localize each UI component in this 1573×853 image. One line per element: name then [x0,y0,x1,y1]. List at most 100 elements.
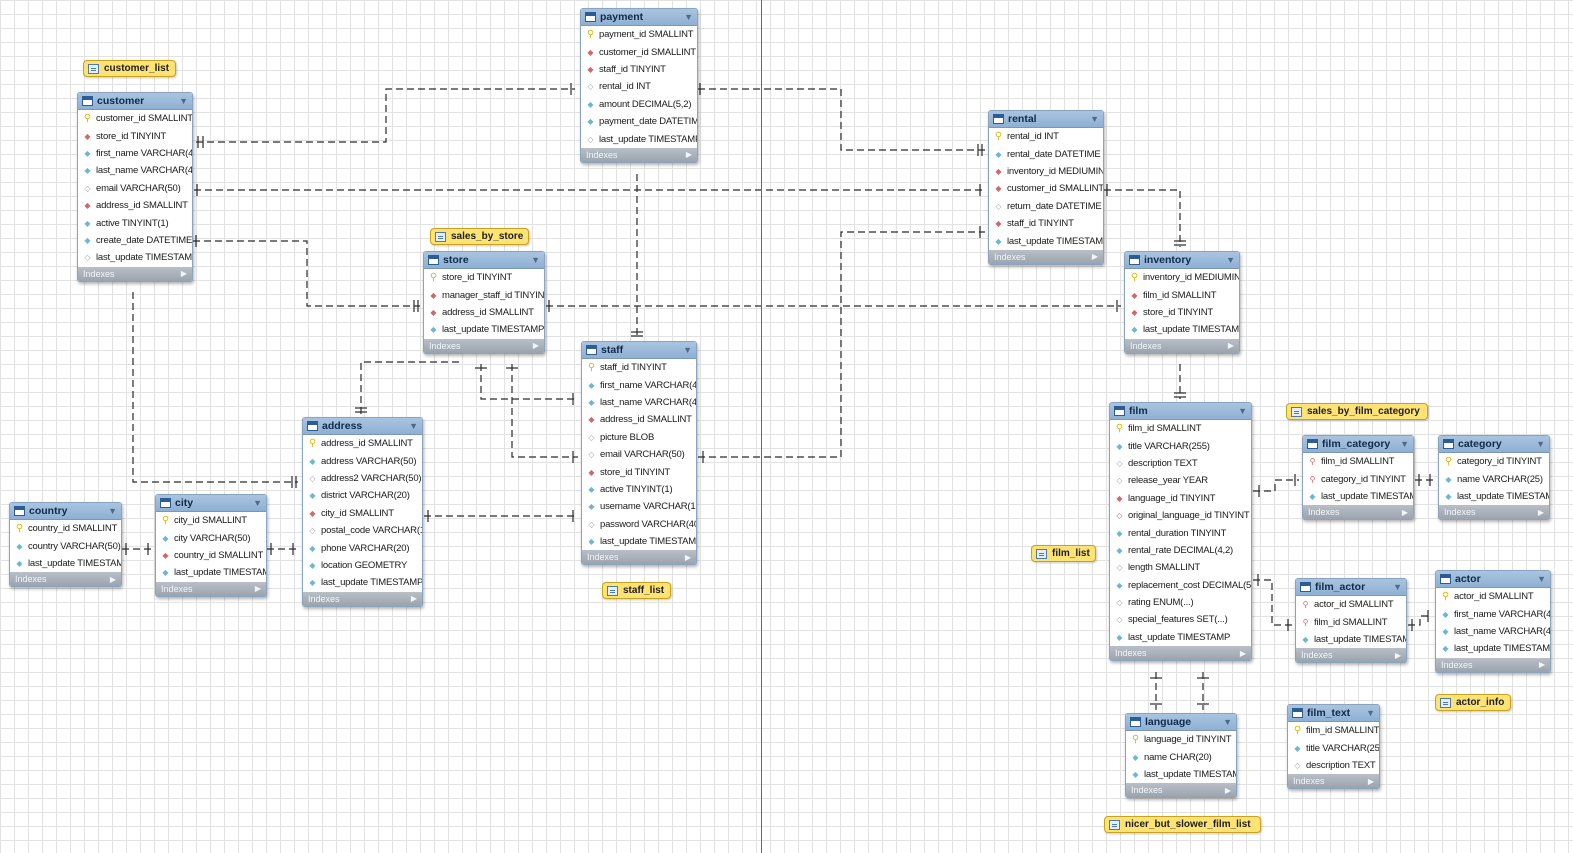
expand-arrow-icon[interactable]: ▶ [255,584,261,593]
collapse-arrow-icon[interactable]: ▼ [1536,439,1545,449]
expand-arrow-icon[interactable]: ▶ [1538,508,1544,517]
column-row[interactable]: ◇ password VARCHAR(40) [582,516,696,533]
column-row[interactable]: ⚲ language_id TINYINT [1126,731,1236,748]
expand-arrow-icon[interactable]: ▶ [685,553,691,562]
column-row[interactable]: ◆ language_id TINYINT [1110,490,1251,507]
column-row[interactable]: ◆ amount DECIMAL(5,2) [581,96,697,113]
indexes-footer[interactable]: Indexes ▶ [581,147,697,162]
rel-staff-store[interactable] [511,364,578,458]
column-row[interactable]: ◆ last_update TIMESTAMP [303,574,422,591]
column-row[interactable]: ◆ last_update TIMESTAMP [1125,321,1239,338]
collapse-arrow-icon[interactable]: ▼ [1223,717,1232,727]
indexes-footer[interactable]: Indexes ▶ [1303,505,1413,520]
expand-arrow-icon[interactable]: ▶ [1092,252,1098,261]
collapse-arrow-icon[interactable]: ▼ [684,12,693,22]
indexes-footer[interactable]: Indexes ▶ [1296,648,1406,663]
column-row[interactable]: ◇ email VARCHAR(50) [582,446,696,463]
column-row[interactable]: ◇ last_update TIMESTAMP [78,249,192,266]
column-row[interactable]: ⚲ city_id SMALLINT [156,512,266,529]
column-row[interactable]: ◆ last_update TIMESTAMP [989,232,1103,249]
column-row[interactable]: ◆ title VARCHAR(255) [1110,437,1251,454]
column-row[interactable]: ◆ last_update TIMESTAMP [1303,488,1413,505]
column-row[interactable]: ◇ last_update TIMESTAMP [581,130,697,147]
indexes-footer[interactable]: Indexes ▶ [303,591,422,606]
table-language[interactable]: language ▼ ⚲ language_id TINYINT ◆ name CHAR(… [1125,713,1237,799]
column-row[interactable]: ⚲ category_id TINYINT [1303,470,1413,487]
collapse-arrow-icon[interactable]: ▼ [1226,255,1235,265]
table-header[interactable]: film_category ▼ [1303,436,1413,453]
column-row[interactable]: ⚲ actor_id SMALLINT [1436,588,1550,605]
column-row[interactable]: ◆ last_update TIMESTAMP [1436,640,1550,657]
table-header[interactable]: actor ▼ [1436,571,1550,588]
table-header[interactable]: rental ▼ [989,111,1103,128]
column-row[interactable]: ⚲ rental_id INT [989,128,1103,145]
indexes-footer[interactable]: Indexes ▶ [1126,783,1236,798]
column-row[interactable]: ◆ last_update TIMESTAMP [1126,766,1236,783]
column-row[interactable]: ◆ address VARCHAR(50) [303,452,422,469]
view-actor-info[interactable]: actor_info [1435,694,1511,711]
column-row[interactable]: ◆ first_name VARCHAR(45) [1436,605,1550,622]
expand-arrow-icon[interactable]: ▶ [1368,777,1374,786]
column-row[interactable]: ◆ payment_date DATETIME [581,113,697,130]
column-row[interactable]: ◆ last_name VARCHAR(45) [1436,623,1550,640]
table-store[interactable]: store ▼ ⚲ store_id TINYINT ◆ manager_staff_id… [423,251,545,354]
column-row[interactable]: ◇ address2 VARCHAR(50) [303,470,422,487]
indexes-footer[interactable]: Indexes ▶ [10,572,121,587]
table-rental[interactable]: rental ▼ ⚲ rental_id INT ◆ rental_date DATETI… [988,110,1104,265]
table-header[interactable]: inventory ▼ [1125,252,1239,269]
view-nicer-but-slower-film-list[interactable]: nicer_but_slower_film_list [1104,816,1261,833]
column-row[interactable]: ◆ inventory_id MEDIUMINT [989,163,1103,180]
collapse-arrow-icon[interactable]: ▼ [1238,406,1247,416]
indexes-footer[interactable]: Indexes ▶ [156,581,266,596]
column-row[interactable]: ◆ active TINYINT(1) [582,481,696,498]
column-row[interactable]: ◇ email VARCHAR(50) [78,180,192,197]
column-row[interactable]: ◇ original_language_id TINYINT [1110,507,1251,524]
collapse-arrow-icon[interactable]: ▼ [253,498,262,508]
column-row[interactable]: ◆ store_id TINYINT [582,463,696,480]
table-country[interactable]: country ▼ ⚲ country_id SMALLINT ◆ country VAR… [9,502,122,588]
column-row[interactable]: ◆ country VARCHAR(50) [10,537,121,554]
column-row[interactable]: ⚲ payment_id SMALLINT [581,26,697,43]
column-row[interactable]: ◆ last_update TIMESTAMP [424,321,544,338]
table-header[interactable]: staff ▼ [582,342,696,359]
table-header[interactable]: film_actor ▼ [1296,579,1406,596]
column-row[interactable]: ◆ rental_date DATETIME [989,145,1103,162]
column-row[interactable]: ⚲ staff_id TINYINT [582,359,696,376]
rel-actor-filmactor[interactable] [1408,615,1432,626]
column-row[interactable]: ◆ name VARCHAR(25) [1439,470,1549,487]
expand-arrow-icon[interactable]: ▶ [1402,508,1408,517]
column-row[interactable]: ◆ username VARCHAR(16) [582,498,696,515]
expand-arrow-icon[interactable]: ▶ [1228,341,1234,350]
rel-customer-payment[interactable] [196,88,575,143]
table-header[interactable]: country ▼ [10,503,121,520]
column-row[interactable]: ◆ create_date DATETIME [78,232,192,249]
indexes-footer[interactable]: Indexes ▶ [1110,646,1251,661]
er-diagram-canvas[interactable]: customer_list sales_by_store staff_list … [0,0,1573,853]
table-inventory[interactable]: inventory ▼ ⚲ inventory_id MEDIUMINT ◆ film_i… [1124,251,1240,354]
column-row[interactable]: ⚲ customer_id SMALLINT [78,110,192,127]
indexes-footer[interactable]: Indexes ▶ [424,338,544,353]
column-row[interactable]: ◇ rating ENUM(...) [1110,594,1251,611]
indexes-footer[interactable]: Indexes ▶ [1125,338,1239,353]
column-row[interactable]: ◆ staff_id TINYINT [581,61,697,78]
indexes-footer[interactable]: Indexes ▶ [582,550,696,565]
rel-film-filmactor[interactable] [1253,579,1292,626]
column-row[interactable]: ◆ last_name VARCHAR(45) [582,394,696,411]
column-row[interactable]: ◆ first_name VARCHAR(45) [582,376,696,393]
table-header[interactable]: city ▼ [156,495,266,512]
expand-arrow-icon[interactable]: ▶ [533,341,539,350]
rel-store-address[interactable] [360,361,460,414]
collapse-arrow-icon[interactable]: ▼ [1090,114,1099,124]
collapse-arrow-icon[interactable]: ▼ [1366,708,1375,718]
collapse-arrow-icon[interactable]: ▼ [409,421,418,431]
indexes-footer[interactable]: Indexes ▶ [78,266,192,281]
collapse-arrow-icon[interactable]: ▼ [683,345,692,355]
table-header[interactable]: address ▼ [303,418,422,435]
expand-arrow-icon[interactable]: ▶ [181,269,187,278]
column-row[interactable]: ◆ country_id SMALLINT [156,547,266,564]
rel-customer-store[interactable] [193,240,420,307]
expand-arrow-icon[interactable]: ▶ [1240,649,1246,658]
column-row[interactable]: ◆ rental_duration TINYINT [1110,524,1251,541]
column-row[interactable]: ◆ manager_staff_id TINYINT [424,286,544,303]
column-row[interactable]: ◆ film_id SMALLINT [1125,286,1239,303]
